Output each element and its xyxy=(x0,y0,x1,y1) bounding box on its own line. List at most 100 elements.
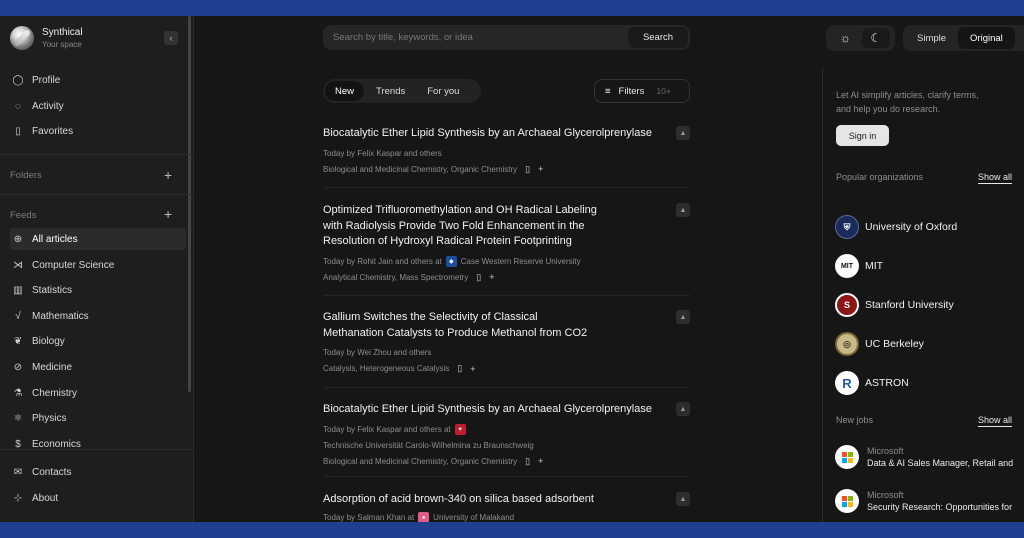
collapse-sidebar-button[interactable]: ‹ xyxy=(164,31,178,45)
article-institution[interactable]: Case Western Reserve University xyxy=(461,256,581,268)
article-tags: Biological and Medicinal Chemistry, Orga… xyxy=(323,456,690,467)
sidebar-item-medicine[interactable]: ⊘ Medicine xyxy=(10,356,186,378)
tab-for-you[interactable]: For you xyxy=(417,81,469,101)
sidebar-item-label: Computer Science xyxy=(32,259,115,271)
tab-trends[interactable]: Trends xyxy=(366,81,415,101)
user-icon: ◯ xyxy=(12,74,24,86)
upvote-icon[interactable]: ▲ xyxy=(676,203,690,217)
upvote-icon[interactable]: ▲ xyxy=(676,310,690,324)
bookmark-icon[interactable]: ▯ xyxy=(457,363,462,374)
sidebar-item-activity[interactable]: ◌ Activity xyxy=(10,95,186,117)
show-all-jobs-link[interactable]: Show all xyxy=(978,415,1012,425)
mail-icon: ✉ xyxy=(13,466,23,478)
add-icon[interactable]: + xyxy=(470,364,475,374)
sidebar-item-about[interactable]: ⊹ About xyxy=(10,487,186,509)
sidebar-item-statistics[interactable]: ▥ Statistics xyxy=(10,279,186,301)
sidebar-item-label: Mathematics xyxy=(32,310,89,322)
sidebar-item-computer-science[interactable]: ⋊ Computer Science xyxy=(10,254,186,276)
article-tags: Analytical Chemistry, Mass Spectrometry … xyxy=(323,272,690,283)
sidebar-item-label: Chemistry xyxy=(32,387,78,399)
sidebar-item-label: Economics xyxy=(32,438,81,450)
mode-simple-button[interactable]: Simple xyxy=(905,27,958,49)
bookmark-icon[interactable]: ▯ xyxy=(525,456,530,467)
filter-icon: ≡ xyxy=(605,85,611,97)
add-folder-button[interactable]: + xyxy=(164,168,172,182)
org-name: University of Oxford xyxy=(865,221,958,233)
article-meta: Today by Rohit Jain and others at ◆ Case… xyxy=(323,256,663,268)
article-categories: Biological and Medicinal Chemistry, Orga… xyxy=(323,456,518,466)
new-jobs-label: New jobs xyxy=(836,415,874,425)
tab-new[interactable]: New xyxy=(325,81,365,101)
article-card[interactable]: Gallium Switches the Selectivity of Clas… xyxy=(323,310,690,374)
popular-organizations-label: Popular organizations xyxy=(836,172,924,182)
brand[interactable]: Synthical Your space xyxy=(10,26,83,50)
article-card[interactable]: Biocatalytic Ether Lipid Synthesis by an… xyxy=(323,402,690,467)
sidebar-item-mathematics[interactable]: √ Mathematics xyxy=(10,305,186,327)
sidebar-item-label: About xyxy=(32,492,59,504)
mode-original-button[interactable]: Original xyxy=(958,27,1015,49)
chat-icon: ◌ xyxy=(15,100,21,112)
sidebar-item-biology[interactable]: ❦ Biology xyxy=(10,330,186,352)
berkeley-logo-icon: ◎ xyxy=(835,332,859,356)
sidebar-item-label: Biology xyxy=(32,335,65,347)
article-title[interactable]: Biocatalytic Ether Lipid Synthesis by an… xyxy=(323,126,663,142)
sidebar-item-all-articles[interactable]: ⊕ All articles xyxy=(10,228,186,250)
article-title[interactable]: Adsorption of acid brown-340 on silica b… xyxy=(323,492,663,508)
org-name: UC Berkeley xyxy=(865,338,924,350)
sidebar-item-chemistry[interactable]: ⚗ Chemistry xyxy=(10,382,186,404)
org-oxford[interactable]: ⛨ University of Oxford xyxy=(835,215,957,239)
org-stanford[interactable]: S Stanford University xyxy=(835,293,954,317)
sidebar-item-label: Statistics xyxy=(32,284,73,296)
upvote-icon[interactable]: ▲ xyxy=(676,126,690,140)
article-card[interactable]: Biocatalytic Ether Lipid Synthesis by an… xyxy=(323,126,690,175)
search-input[interactable] xyxy=(333,25,623,50)
org-astron[interactable]: R ASTRON xyxy=(835,371,909,395)
add-icon[interactable]: + xyxy=(538,164,543,174)
article-card[interactable]: Adsorption of acid brown-340 on silica b… xyxy=(323,492,690,522)
sidebar-item-profile[interactable]: ◯ Profile xyxy=(10,69,186,91)
article-title[interactable]: Gallium Switches the Selectivity of Clas… xyxy=(323,310,598,341)
org-name: Stanford University xyxy=(865,299,954,311)
article-title[interactable]: Biocatalytic Ether Lipid Synthesis by an… xyxy=(323,402,663,418)
job-listing[interactable]: Microsoft Data & AI Sales Manager, Retai… xyxy=(835,445,1024,469)
article-meta: Today by Felix Kaspar and others at ✦ Te… xyxy=(323,424,663,452)
show-all-organizations-link[interactable]: Show all xyxy=(978,172,1012,182)
sidebar-item-label: Physics xyxy=(32,412,67,424)
article-authors: Today by Felix Kaspar and others xyxy=(323,148,442,158)
sun-icon[interactable]: ☼ xyxy=(831,28,859,48)
bookmark-icon[interactable]: ▯ xyxy=(476,272,481,283)
filters-button[interactable]: ≡ Filters 10+ xyxy=(594,79,690,103)
add-feed-button[interactable]: + xyxy=(164,207,172,221)
theme-toggle: ☼ ☾ xyxy=(826,25,895,51)
sidebar: Synthical Your space ‹ ◯ Profile ◌ Activ… xyxy=(0,16,194,522)
institution-logo-icon: ◆ xyxy=(445,256,457,267)
job-listing[interactable]: Microsoft Security Research: Opportuniti… xyxy=(835,489,1024,513)
synthical-logo-icon xyxy=(10,26,34,50)
moon-icon[interactable]: ☾ xyxy=(861,28,890,48)
leaf-icon: ❦ xyxy=(13,335,23,347)
article-card[interactable]: Optimized Trifluoromethylation and OH Ra… xyxy=(323,203,690,283)
article-institution[interactable]: University of Malakand xyxy=(433,512,514,523)
sidebar-item-favorites[interactable]: ▯ Favorites xyxy=(10,120,186,142)
org-berkeley[interactable]: ◎ UC Berkeley xyxy=(835,332,924,356)
add-icon[interactable]: + xyxy=(538,456,543,466)
sign-in-button[interactable]: Sign in xyxy=(836,125,889,146)
article-authors: Today by Rohit Jain and others at xyxy=(323,256,442,266)
upvote-icon[interactable]: ▲ xyxy=(676,492,690,506)
sidebar-item-economics[interactable]: $ Economics xyxy=(10,433,186,455)
add-icon[interactable]: + xyxy=(489,272,494,282)
info-icon: ⊹ xyxy=(13,492,23,504)
article-institution[interactable]: Technische Universität Carolo-Wilhelmina… xyxy=(323,440,534,452)
sidebar-item-label: Activity xyxy=(32,100,64,112)
bookmark-icon[interactable]: ▯ xyxy=(525,164,530,175)
sidebar-item-contacts[interactable]: ✉ Contacts xyxy=(10,461,186,483)
article-tags: Biological and Medicinal Chemistry, Orga… xyxy=(323,164,690,175)
article-title[interactable]: Optimized Trifluoromethylation and OH Ra… xyxy=(323,203,608,250)
search-button[interactable]: Search xyxy=(628,27,688,48)
sidebar-scrollbar[interactable] xyxy=(188,16,191,392)
oxford-logo-icon: ⛨ xyxy=(835,215,859,239)
org-mit[interactable]: MIT MIT xyxy=(835,254,883,278)
article-categories: Analytical Chemistry, Mass Spectrometry xyxy=(323,272,469,282)
sidebar-item-physics[interactable]: ⚛ Physics xyxy=(10,407,186,429)
upvote-icon[interactable]: ▲ xyxy=(676,402,690,416)
